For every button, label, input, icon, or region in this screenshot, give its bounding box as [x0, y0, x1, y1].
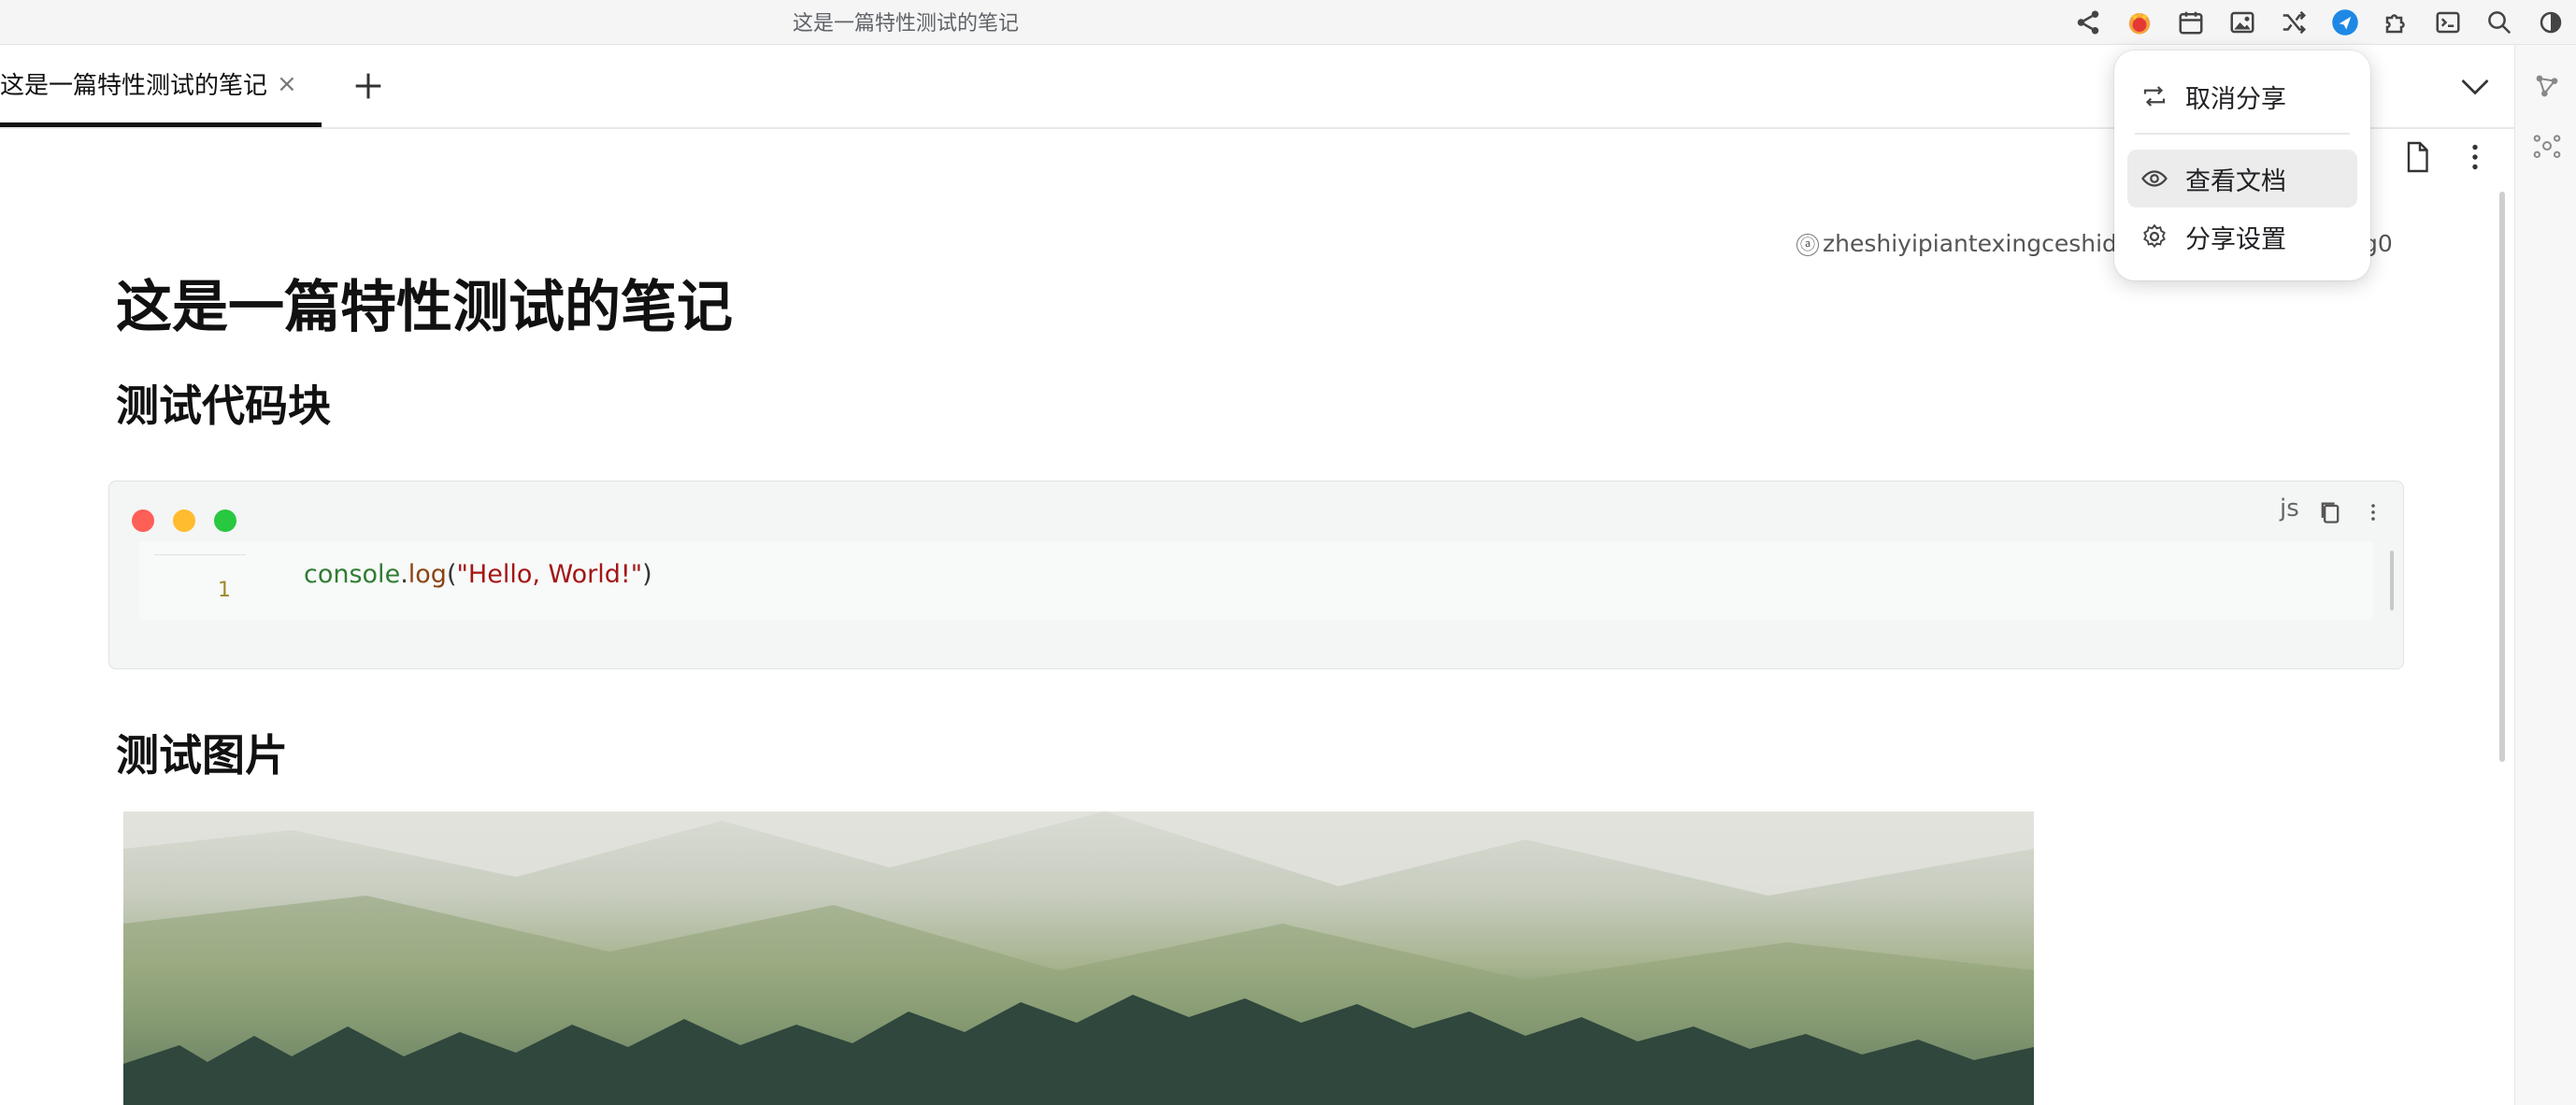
window-dot-red [132, 509, 154, 532]
title-bar: 这是一篇特性测试的笔记 [0, 0, 2576, 45]
code-token-method: log [408, 560, 447, 589]
gear-icon [2139, 221, 2170, 252]
share-link-text: zheshiyipiantexingceshideb [1823, 230, 2147, 257]
gutter-divider [154, 554, 246, 555]
right-dock [2514, 45, 2576, 1105]
menu-item-unshare[interactable]: 取消分享 [2127, 67, 2357, 125]
plus-icon [355, 73, 381, 99]
titlebar-toolbar [2069, 4, 2576, 41]
menu-item-label: 分享设置 [2185, 224, 2286, 254]
menu-item-label: 取消分享 [2185, 84, 2286, 114]
code-token-close-paren: ) [642, 560, 652, 589]
code-token-open-paren: ( [446, 560, 457, 589]
avatar-icon[interactable] [2121, 4, 2158, 41]
calendar-icon[interactable] [2172, 4, 2210, 41]
share-icon[interactable] [2069, 4, 2107, 41]
eye-icon [2139, 163, 2170, 194]
graph-icon[interactable] [2532, 71, 2562, 101]
code-scrollbar[interactable] [2390, 551, 2394, 610]
share-link[interactable]: ⓐ zheshiyipiantexingceshideb [1796, 230, 2146, 257]
code-line: console.log("Hello, World!") [304, 560, 652, 589]
document-title: 这是一篇特性测试的笔记 [116, 275, 733, 340]
code-more-icon[interactable] [2362, 498, 2384, 526]
code-token-object: console [304, 560, 401, 589]
local-graph-icon[interactable] [2532, 131, 2562, 161]
tab-close-button[interactable]: × [277, 70, 297, 98]
menu-item-share-settings[interactable]: 分享设置 [2127, 208, 2357, 265]
file-icon[interactable] [2400, 140, 2434, 174]
heading-image: 测试图片 [116, 730, 288, 781]
image-icon[interactable] [2224, 4, 2261, 41]
more-vertical-icon[interactable] [2458, 140, 2492, 174]
puzzle-icon[interactable] [2378, 4, 2415, 41]
terminal-icon[interactable] [2429, 4, 2467, 41]
window-dot-yellow [173, 509, 195, 532]
menu-divider [2135, 133, 2350, 135]
chevron-down-icon [2461, 79, 2489, 95]
copy-icon[interactable] [2317, 498, 2343, 526]
app-window: 这是一篇特性测试的笔记 这是一篇特性测试的笔记 × ⓐ zheshiyipian… [0, 0, 2576, 1105]
new-tab-button[interactable] [350, 67, 387, 105]
window-dot-green [214, 509, 236, 532]
shuffle-icon[interactable] [2275, 4, 2312, 41]
mountain-photo [123, 811, 2034, 1105]
tab-active-note[interactable]: 这是一篇特性测试的笔记 × [0, 45, 322, 127]
share-menu: 取消分享 查看文档 分享设置 [2114, 50, 2370, 280]
tab-list-chevron-button[interactable] [2458, 69, 2492, 103]
theme-toggle-icon[interactable] [2532, 4, 2569, 41]
line-number: 1 [218, 579, 231, 602]
menu-item-label: 查看文档 [2185, 166, 2286, 196]
repeat-icon [2139, 80, 2170, 112]
code-block: js 1 console.log("Hello, World!") [108, 481, 2404, 669]
window-title: 这是一篇特性测试的笔记 [793, 12, 1020, 36]
document-scrollbar[interactable] [2499, 192, 2505, 762]
code-token-dot: . [400, 560, 408, 589]
send-icon[interactable] [2326, 4, 2364, 41]
heading-code-block: 测试代码块 [116, 380, 331, 431]
search-icon[interactable] [2481, 4, 2518, 41]
share-link-badge: ⓐ [1796, 234, 1819, 256]
code-token-string: "Hello, World!" [456, 560, 643, 589]
code-language-label[interactable]: js [2280, 495, 2299, 523]
code-editor[interactable]: 1 console.log("Hello, World!") [139, 541, 2394, 620]
menu-item-view-doc[interactable]: 查看文档 [2127, 150, 2357, 208]
tab-label: 这是一篇特性测试的笔记 [0, 72, 268, 100]
